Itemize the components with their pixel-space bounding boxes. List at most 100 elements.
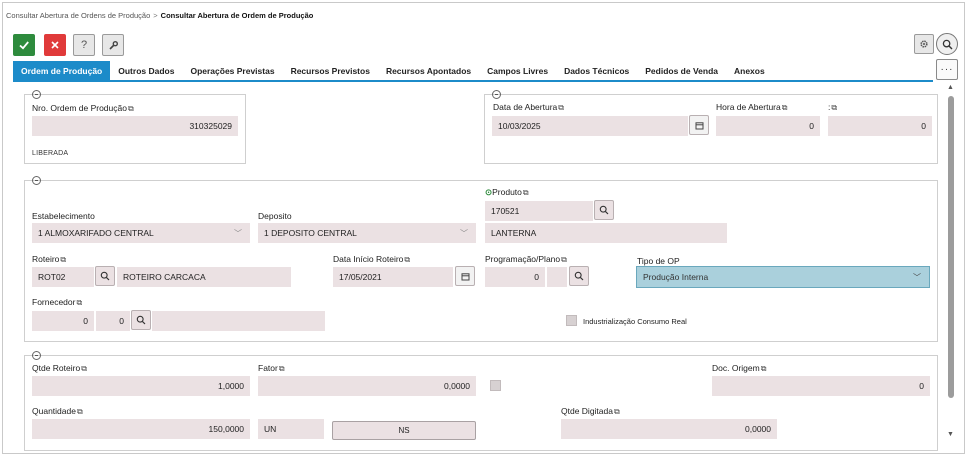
tab-recursos-apontados[interactable]: Recursos Apontados: [378, 61, 479, 80]
copy-icon[interactable]: ⧉: [614, 407, 620, 416]
breadcrumb-current: Consultar Abertura de Ordem de Produção: [160, 11, 314, 20]
opening-date-field[interactable]: 10/03/2025: [492, 116, 688, 136]
search-icon: [100, 271, 110, 281]
collapse-quantities-panel-icon[interactable]: [32, 351, 41, 360]
route-start-date-picker-button[interactable]: [455, 266, 475, 286]
copy-icon[interactable]: ⧉: [404, 255, 410, 264]
estab-select-value: 1 ALMOXARIFADO CENTRAL: [38, 228, 154, 238]
opening-date-label-text: Data de Abertura: [493, 102, 558, 112]
vertical-scrollbar[interactable]: ▲ ▼: [945, 84, 957, 444]
order-status: LIBERADA: [32, 150, 69, 157]
scrollbar-thumb[interactable]: [948, 96, 954, 398]
factor-label: Fator⧉: [258, 363, 285, 374]
confirm-button[interactable]: [13, 34, 35, 56]
search-icon: [574, 271, 584, 281]
collapse-order-panel-icon[interactable]: [32, 90, 41, 99]
opening-date-picker-button[interactable]: [689, 115, 709, 135]
breadcrumb-parent[interactable]: Consultar Abertura de Ordens de Produção: [6, 11, 150, 20]
tab-ordem-de-producao[interactable]: Ordem de Produção: [13, 61, 111, 80]
industrial-consumption-label: Industrialização Consumo Real: [583, 317, 687, 326]
op-type-select[interactable]: Produção Interna ﹀: [636, 266, 930, 288]
typed-qty-label-text: Qtde Digitada: [561, 406, 613, 416]
route-label: Roteiro⧉: [32, 254, 66, 265]
tab-outros-dados[interactable]: Outros Dados: [110, 61, 182, 80]
copy-icon[interactable]: ⧉: [558, 103, 564, 112]
doc-origin-field[interactable]: 0: [712, 376, 930, 396]
search-icon: [942, 39, 952, 49]
search-button[interactable]: [936, 33, 958, 55]
tab-dados-tecnicos[interactable]: Dados Técnicos: [556, 61, 637, 80]
supplier-code-field[interactable]: 0: [32, 311, 94, 331]
route-start-date-field[interactable]: 17/05/2021: [333, 267, 453, 287]
scroll-up-icon[interactable]: ▲: [947, 84, 954, 91]
copy-icon[interactable]: ⧉: [782, 103, 788, 112]
opening-time-field[interactable]: 0: [716, 116, 820, 136]
plan-field[interactable]: 0: [485, 267, 545, 287]
search-icon: [136, 315, 146, 325]
supplier-branch-field[interactable]: 0: [96, 311, 130, 331]
copy-icon[interactable]: ⧉: [561, 255, 567, 264]
scroll-down-icon[interactable]: ▼: [947, 431, 954, 438]
collapse-opening-panel-icon[interactable]: [492, 90, 501, 99]
copy-icon[interactable]: ⧉: [60, 255, 66, 264]
route-description-field[interactable]: ROTEIRO CARCACA: [117, 267, 291, 287]
tab-campos-livres[interactable]: Campos Livres: [479, 61, 556, 80]
order-number-field[interactable]: 310325029: [32, 116, 238, 136]
industrial-consumption-checkbox[interactable]: [566, 315, 577, 326]
cancel-button[interactable]: [44, 34, 66, 56]
tab-anexos[interactable]: Anexos: [726, 61, 773, 80]
product-code-field[interactable]: 170521: [485, 201, 593, 221]
copy-icon[interactable]: ⧉: [77, 407, 83, 416]
opening-extra-label: :⧉: [828, 102, 837, 113]
quantity-field[interactable]: 150,0000: [32, 419, 250, 439]
plan-secondary-field[interactable]: [547, 267, 567, 287]
help-button[interactable]: ?: [73, 34, 95, 56]
tab-recursos-previstos[interactable]: Recursos Previstos: [283, 61, 378, 80]
copy-icon[interactable]: ⧉: [128, 104, 134, 113]
option-checkbox[interactable]: [490, 380, 501, 391]
supplier-label: Fornecedor⧉: [32, 297, 82, 308]
copy-icon[interactable]: ⧉: [831, 103, 837, 112]
route-start-label-text: Data Início Roteiro: [333, 254, 404, 264]
route-code-field[interactable]: ROT02: [32, 267, 94, 287]
typed-qty-field[interactable]: 0,0000: [561, 419, 777, 439]
unit-field[interactable]: UN: [258, 419, 324, 439]
deposit-select[interactable]: 1 DEPOSITO CENTRAL ﹀: [258, 223, 476, 243]
copy-icon[interactable]: ⧉: [279, 364, 285, 373]
more-options-button[interactable]: ···: [936, 59, 958, 80]
product-label: ⊙Produto⧉: [485, 187, 529, 198]
copy-icon[interactable]: ⧉: [76, 298, 82, 307]
factor-label-text: Fator: [258, 363, 278, 373]
copy-icon[interactable]: ⧉: [523, 188, 529, 197]
plan-search-button[interactable]: [569, 266, 589, 286]
more-icon: ···: [940, 64, 954, 75]
plan-label-text: Programação/Plano: [485, 254, 561, 264]
product-description-field[interactable]: LANTERNA: [485, 223, 727, 243]
opening-extra-field[interactable]: 0: [828, 116, 932, 136]
product-search-button[interactable]: [594, 200, 614, 220]
chevron-down-icon: ﹀: [234, 229, 242, 238]
doc-origin-label: Doc. Origem⧉: [712, 363, 766, 374]
calendar-icon: [695, 121, 703, 129]
route-qty-label-text: Qtde Roteiro: [32, 363, 81, 373]
copy-icon[interactable]: ⧉: [761, 364, 767, 373]
breadcrumb: Consultar Abertura de Ordens de Produção…: [6, 11, 313, 20]
supplier-name-field[interactable]: [152, 311, 325, 331]
route-search-button[interactable]: [95, 266, 115, 286]
factor-field[interactable]: 0,0000: [258, 376, 476, 396]
deposit-select-value: 1 DEPOSITO CENTRAL: [264, 228, 357, 238]
calendar-icon: [461, 272, 469, 280]
route-qty-field[interactable]: 1,0000: [32, 376, 250, 396]
close-icon: [51, 41, 59, 49]
supplier-search-button[interactable]: [131, 310, 151, 330]
tab-pedidos-de-venda[interactable]: Pedidos de Venda: [637, 61, 726, 80]
ns-button[interactable]: NS: [332, 421, 476, 440]
route-qty-label: Qtde Roteiro⧉: [32, 363, 87, 374]
tab-operacoes-previstas[interactable]: Operações Previstas: [182, 61, 282, 80]
wrench-icon: [108, 40, 118, 50]
collapse-product-panel-icon[interactable]: [32, 176, 41, 185]
estab-select[interactable]: 1 ALMOXARIFADO CENTRAL ﹀: [32, 223, 250, 243]
settings-button[interactable]: [914, 34, 934, 54]
copy-icon[interactable]: ⧉: [81, 364, 87, 373]
tools-button[interactable]: [102, 34, 124, 56]
